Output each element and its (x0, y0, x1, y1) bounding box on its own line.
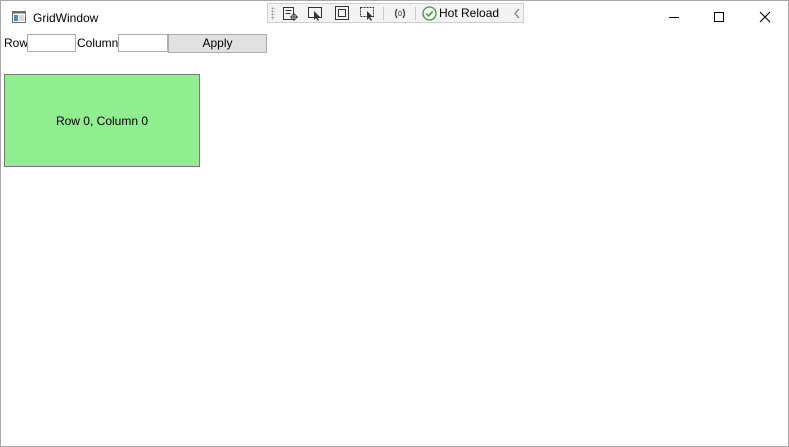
minimize-button[interactable] (651, 1, 697, 32)
close-button[interactable] (742, 1, 788, 32)
hot-reload-button[interactable]: Hot Reload (439, 6, 499, 21)
xaml-runtime-toolbar: 0 Hot Reload (267, 3, 524, 23)
toolbar-separator (383, 7, 384, 20)
grid-cell-label: Row 0, Column 0 (55, 113, 149, 128)
select-element-icon[interactable] (308, 6, 324, 21)
maximize-button[interactable] (696, 1, 742, 32)
toolbar-grip[interactable] (271, 7, 275, 20)
toolbar-separator (415, 7, 416, 20)
svg-text:0: 0 (398, 10, 402, 18)
window-title: GridWindow (33, 11, 99, 25)
minimize-icon (669, 16, 679, 18)
app-window-icon (12, 11, 26, 23)
binding-failures-icon[interactable]: 0 (392, 6, 408, 21)
row-label: Row (4, 36, 29, 50)
close-icon (759, 11, 771, 22)
apply-button[interactable]: Apply (168, 34, 267, 53)
track-focused-element-icon[interactable] (360, 6, 376, 21)
maximize-icon (714, 11, 724, 22)
grid-cell: Row 0, Column 0 (4, 74, 200, 167)
column-input[interactable] (118, 34, 168, 52)
grid-window: GridWindow 0 Hot Reload Row Column Apply… (0, 0, 789, 447)
display-layout-adorners-icon[interactable] (334, 6, 350, 21)
row-input[interactable] (27, 34, 76, 52)
title-bar[interactable]: GridWindow 0 Hot Reload (1, 1, 788, 32)
collapse-chevron-icon[interactable] (513, 7, 521, 20)
column-label: Column (77, 36, 119, 50)
hot-reload-status-icon (422, 6, 437, 21)
live-visual-tree-icon[interactable] (282, 6, 298, 21)
